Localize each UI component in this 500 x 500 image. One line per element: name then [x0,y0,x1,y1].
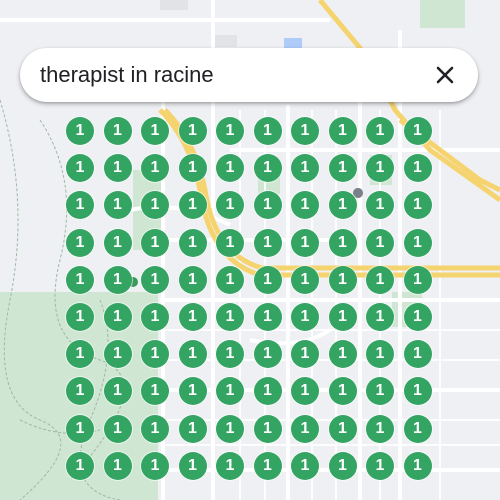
result-marker[interactable]: 1 [366,265,394,294]
result-marker[interactable]: 1 [403,451,432,480]
result-marker[interactable]: 1 [216,228,244,257]
result-marker[interactable]: 1 [328,451,357,480]
result-marker[interactable]: 1 [141,340,169,369]
result-marker[interactable]: 1 [253,451,282,480]
result-marker[interactable]: 1 [141,265,169,294]
result-marker[interactable]: 1 [291,117,319,145]
result-marker[interactable]: 1 [178,303,207,331]
result-marker[interactable]: 1 [253,303,282,331]
result-marker[interactable]: 1 [216,451,244,480]
result-marker[interactable]: 1 [403,340,432,369]
result-marker[interactable]: 1 [103,265,132,294]
result-marker[interactable]: 1 [103,451,132,480]
result-marker[interactable]: 1 [291,414,319,443]
result-marker[interactable]: 1 [141,228,169,257]
result-marker[interactable]: 1 [253,414,282,443]
result-marker[interactable]: 1 [253,228,282,257]
result-marker[interactable]: 1 [366,228,394,257]
result-marker[interactable]: 1 [103,191,132,220]
result-marker[interactable]: 1 [141,451,169,480]
result-marker[interactable]: 1 [103,154,132,183]
result-marker[interactable]: 1 [141,154,169,183]
result-marker[interactable]: 1 [253,117,282,145]
result-marker[interactable]: 1 [253,265,282,294]
result-marker[interactable]: 1 [66,340,94,369]
result-marker[interactable]: 1 [66,451,94,480]
result-marker[interactable]: 1 [178,228,207,257]
search-input[interactable]: therapist in racine [40,48,214,102]
result-marker[interactable]: 1 [291,451,319,480]
result-marker[interactable]: 1 [178,265,207,294]
result-marker[interactable]: 1 [178,451,207,480]
result-marker[interactable]: 1 [328,414,357,443]
result-marker[interactable]: 1 [141,303,169,331]
result-marker[interactable]: 1 [103,340,132,369]
result-marker[interactable]: 1 [366,154,394,183]
result-marker[interactable]: 1 [366,340,394,369]
result-marker[interactable]: 1 [366,451,394,480]
result-marker[interactable]: 1 [103,377,132,406]
result-marker[interactable]: 1 [403,117,432,145]
result-marker[interactable]: 1 [253,154,282,183]
result-marker[interactable]: 1 [253,377,282,406]
result-marker[interactable]: 1 [66,228,94,257]
result-marker[interactable]: 1 [403,414,432,443]
result-marker[interactable]: 1 [291,228,319,257]
result-marker[interactable]: 1 [178,191,207,220]
result-marker[interactable]: 1 [366,117,394,145]
result-marker[interactable]: 1 [328,265,357,294]
result-marker[interactable]: 1 [403,154,432,183]
result-marker[interactable]: 1 [366,414,394,443]
result-marker[interactable]: 1 [66,303,94,331]
result-marker[interactable]: 1 [328,117,357,145]
result-marker[interactable]: 1 [291,340,319,369]
close-icon[interactable] [430,60,460,90]
result-marker[interactable]: 1 [66,265,94,294]
result-marker[interactable]: 1 [178,340,207,369]
result-marker[interactable]: 1 [178,154,207,183]
result-marker[interactable]: 1 [66,154,94,183]
result-marker[interactable]: 1 [178,414,207,443]
result-marker[interactable]: 1 [253,340,282,369]
result-marker[interactable]: 1 [141,117,169,145]
result-marker[interactable]: 1 [291,154,319,183]
result-marker[interactable]: 1 [328,154,357,183]
result-marker[interactable]: 1 [328,228,357,257]
result-marker[interactable]: 1 [328,340,357,369]
result-marker[interactable]: 1 [253,191,282,220]
search-bar[interactable]: therapist in racine [20,48,478,102]
result-marker[interactable]: 1 [66,117,94,145]
result-marker[interactable]: 1 [216,265,244,294]
result-marker[interactable]: 1 [328,377,357,406]
park-area [420,0,465,28]
result-marker[interactable]: 1 [291,303,319,331]
result-marker[interactable]: 1 [216,414,244,443]
result-marker[interactable]: 1 [216,117,244,145]
result-marker[interactable]: 1 [403,377,432,406]
result-marker[interactable]: 1 [103,303,132,331]
result-marker[interactable]: 1 [103,228,132,257]
result-marker[interactable]: 1 [328,191,357,220]
result-marker[interactable]: 1 [66,414,94,443]
result-marker[interactable]: 1 [328,303,357,331]
result-marker[interactable]: 1 [216,303,244,331]
result-marker[interactable]: 1 [366,303,394,331]
building [160,0,188,10]
result-marker[interactable]: 1 [403,191,432,220]
result-marker[interactable]: 1 [216,154,244,183]
result-marker[interactable]: 1 [403,303,432,331]
building [215,35,237,47]
result-marker[interactable]: 1 [103,117,132,145]
result-marker[interactable]: 1 [291,265,319,294]
result-marker[interactable]: 1 [141,414,169,443]
result-marker[interactable]: 1 [403,228,432,257]
result-marker[interactable]: 1 [216,340,244,369]
result-marker[interactable]: 1 [403,265,432,294]
result-marker[interactable]: 1 [178,377,207,406]
result-marker[interactable]: 1 [103,414,132,443]
result-marker[interactable]: 1 [178,117,207,145]
